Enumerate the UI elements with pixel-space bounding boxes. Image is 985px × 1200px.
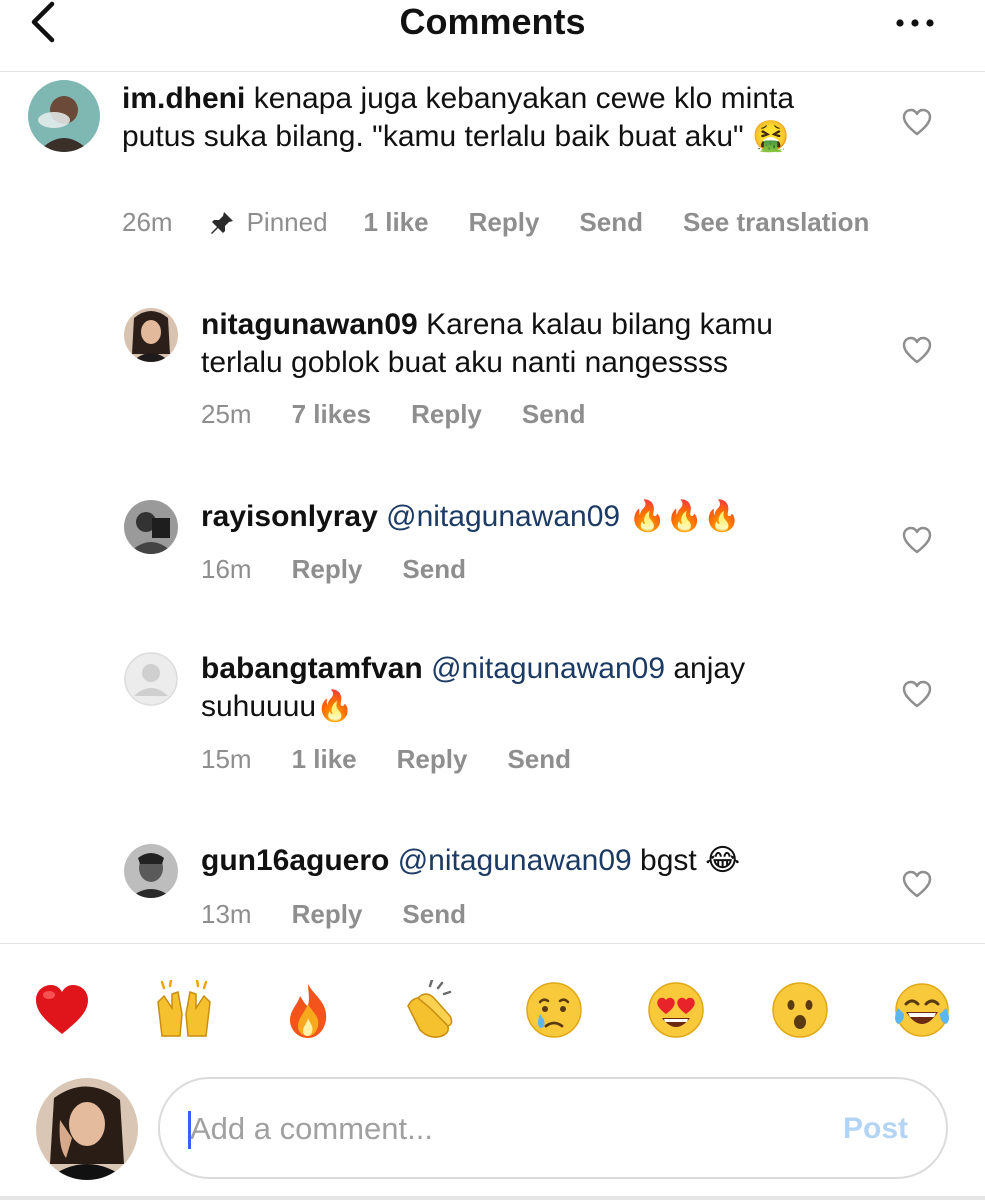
- likes-count[interactable]: 7 likes: [292, 399, 372, 430]
- reply-button[interactable]: Reply: [411, 399, 482, 430]
- send-button[interactable]: Send: [402, 554, 466, 585]
- comment-time: 16m: [201, 554, 252, 584]
- reply-item: rayisonlyray @nitagunawan09 🔥🔥🔥 16m Repl…: [0, 492, 985, 602]
- reply-button[interactable]: Reply: [292, 554, 363, 585]
- red-heart-icon: [36, 985, 88, 1034]
- reply-button[interactable]: Reply: [292, 899, 363, 930]
- comment-body: 🔥🔥🔥: [628, 500, 741, 533]
- heart-outline-icon: [902, 336, 932, 364]
- comment-username[interactable]: babangtamfvan: [201, 652, 423, 685]
- header-bar: Comments: [0, 0, 985, 72]
- text-caret: [188, 1111, 191, 1149]
- current-user-avatar[interactable]: [36, 1078, 138, 1180]
- avatar[interactable]: [124, 308, 178, 362]
- quick-reaction-bar: [0, 943, 985, 1073]
- comment-input[interactable]: [190, 1079, 810, 1179]
- reaction-laughing-button[interactable]: [892, 980, 952, 1040]
- reaction-surprised-button[interactable]: [770, 980, 830, 1040]
- tears-of-joy-face-icon: [895, 983, 949, 1037]
- see-translation-button[interactable]: See translation: [683, 207, 869, 238]
- heart-outline-icon: [902, 870, 932, 898]
- heart-eyes-face-icon: [648, 982, 704, 1038]
- reaction-crying-button[interactable]: [524, 980, 584, 1040]
- avatar[interactable]: [28, 80, 100, 152]
- reply-button[interactable]: Reply: [469, 207, 540, 238]
- comment-username[interactable]: gun16aguero: [201, 844, 389, 877]
- reaction-fire-button[interactable]: [278, 980, 338, 1040]
- send-button[interactable]: Send: [402, 899, 466, 930]
- likes-count[interactable]: 1 like: [364, 207, 429, 238]
- heart-outline-icon: [902, 108, 932, 136]
- send-button[interactable]: Send: [579, 207, 643, 238]
- heart-outline-icon: [902, 526, 932, 554]
- crying-face-icon: [526, 982, 582, 1038]
- comment-time: 13m: [201, 899, 252, 929]
- reaction-heart-button[interactable]: [32, 980, 92, 1040]
- likes-count[interactable]: 1 like: [292, 744, 357, 775]
- heart-outline-icon: [902, 680, 932, 708]
- like-button[interactable]: [902, 336, 932, 364]
- comment-body: bgst 😂: [640, 844, 741, 877]
- mention-link[interactable]: @nitagunawan09: [386, 500, 620, 533]
- pinned-label: Pinned: [246, 207, 328, 237]
- send-button[interactable]: Send: [522, 399, 586, 430]
- fire-icon: [290, 984, 327, 1038]
- page-title: Comments: [399, 1, 586, 42]
- reply-item: nitagunawan09 Karena kalau bilang kamu t…: [0, 300, 985, 450]
- avatar[interactable]: [124, 652, 178, 706]
- comment-time: 25m: [201, 399, 252, 429]
- mention-link[interactable]: @nitagunawan09: [431, 652, 665, 685]
- send-button[interactable]: Send: [507, 744, 571, 775]
- reaction-raised-hands-button[interactable]: [154, 978, 214, 1040]
- mention-link[interactable]: @nitagunawan09: [398, 844, 632, 877]
- reply-button[interactable]: Reply: [397, 744, 468, 775]
- comment-username[interactable]: rayisonlyray: [201, 500, 378, 533]
- comment-time: 15m: [201, 744, 252, 774]
- avatar[interactable]: [124, 844, 178, 898]
- pin-icon: [210, 211, 233, 234]
- comment-composer: Post: [158, 1077, 948, 1179]
- reply-item: babangtamfvan @nitagunawan09 anjay suhuu…: [0, 642, 985, 792]
- avatar[interactable]: [124, 500, 178, 554]
- more-horizontal-icon: [896, 19, 934, 27]
- comment-time: 26m: [122, 207, 173, 237]
- post-button[interactable]: Post: [843, 1079, 908, 1179]
- like-button[interactable]: [902, 680, 932, 708]
- raised-hands-icon: [157, 978, 211, 1037]
- comment-username[interactable]: nitagunawan09: [201, 308, 418, 341]
- reply-item: gun16aguero @nitagunawan09 bgst 😂 13m Re…: [0, 836, 985, 941]
- reaction-heart-eyes-button[interactable]: [646, 980, 706, 1040]
- like-button[interactable]: [902, 526, 932, 554]
- reaction-clap-button[interactable]: [400, 978, 460, 1040]
- clapping-hands-icon: [407, 978, 453, 1038]
- divider: [0, 1196, 985, 1200]
- surprised-face-icon: [772, 982, 828, 1038]
- like-button[interactable]: [902, 108, 932, 136]
- more-options-button[interactable]: [895, 8, 935, 38]
- comment-username[interactable]: im.dheni: [122, 82, 245, 115]
- comment-item: im.dheni kenapa juga kebanyakan cewe klo…: [0, 72, 985, 272]
- like-button[interactable]: [902, 870, 932, 898]
